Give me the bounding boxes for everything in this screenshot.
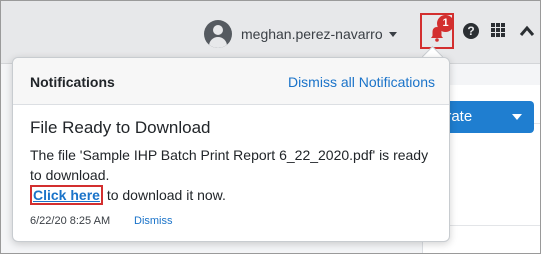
avatar-head xyxy=(213,25,223,35)
download-link-suffix: to download it now. xyxy=(102,187,226,203)
notifications-header: Notifications Dismiss all Notifications xyxy=(13,58,449,105)
notification-message: The file 'Sample IHP Batch Print Report … xyxy=(30,147,429,183)
notification-count-badge: 1 xyxy=(437,15,454,32)
notifications-popover: Notifications Dismiss all Notifications … xyxy=(12,57,450,242)
username-label: meghan.perez-navarro xyxy=(241,26,383,42)
app-frame: meghan.perez-navarro 1 ? erate Notificat… xyxy=(0,0,541,254)
chevron-up-icon[interactable] xyxy=(519,25,535,37)
avatar-shoulders xyxy=(209,37,227,48)
chevron-down-icon xyxy=(388,31,397,37)
top-navbar: meghan.perez-navarro 1 ? xyxy=(1,1,540,64)
grid-icon[interactable] xyxy=(491,23,506,38)
notification-body: The file 'Sample IHP Batch Print Report … xyxy=(30,145,430,205)
question-circle-icon[interactable]: ? xyxy=(463,23,479,39)
download-link[interactable]: Click here xyxy=(30,185,103,205)
notification-timestamp: 6/22/20 8:25 AM xyxy=(30,215,111,227)
avatar xyxy=(204,20,232,48)
chevron-down-icon[interactable] xyxy=(512,114,522,120)
dismiss-all-button[interactable]: Dismiss all Notifications xyxy=(288,74,435,90)
notifications-button[interactable]: 1 xyxy=(420,13,454,49)
user-menu[interactable]: meghan.perez-navarro xyxy=(204,19,397,49)
notification-title: File Ready to Download xyxy=(30,118,211,137)
dismiss-button[interactable]: Dismiss xyxy=(134,215,173,227)
notifications-title: Notifications xyxy=(30,74,115,90)
